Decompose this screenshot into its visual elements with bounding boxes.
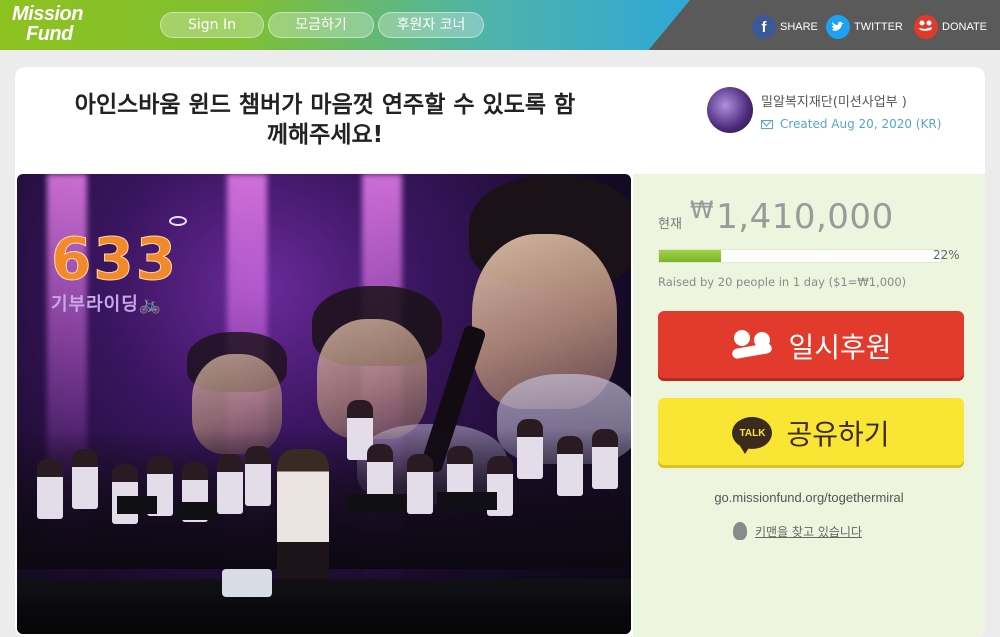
org-avatar[interactable] <box>707 87 753 133</box>
raised-amount: ₩1,410,000 <box>690 196 894 237</box>
kakaotalk-icon: TALK <box>732 417 773 454</box>
org-name[interactable]: 밀알복지재단(미션사업부 ) <box>761 91 907 110</box>
kakao-share-button[interactable]: TALK 공유하기 <box>658 398 964 468</box>
twitter-label: TWITTER <box>854 21 903 33</box>
logo-line1: Mission <box>12 3 83 25</box>
musician <box>517 419 543 479</box>
keyman-label: 키맨을 찾고 있습니다 <box>755 524 862 539</box>
musician <box>112 464 138 524</box>
donate-link[interactable]: DONATE <box>914 14 987 40</box>
missionfund-logo[interactable]: Mission Fund <box>12 4 116 44</box>
donate-runner-icon <box>730 328 774 364</box>
musician <box>592 429 618 489</box>
music-stand <box>177 502 217 520</box>
top-nav-bar: Mission Fund Sign In 모금하기 후원자 코너 f SHARE… <box>0 0 1000 50</box>
musician <box>557 436 583 496</box>
music-stand <box>117 496 157 514</box>
music-stand <box>347 494 407 512</box>
stage-floor <box>17 579 631 634</box>
keyman-link[interactable]: 키맨을 찾고 있습니다 <box>733 522 862 540</box>
share-facebook-link[interactable]: f SHARE <box>752 14 818 40</box>
short-url[interactable]: go.missionfund.org/togethermiral <box>633 490 985 505</box>
badge-text: 기부라이딩🚲 <box>51 294 163 315</box>
raised-by-text: Raised by 20 people in 1 day ($1=₩1,000) <box>658 275 907 289</box>
musician <box>217 454 243 514</box>
mail-icon <box>761 119 773 129</box>
logo-line2: Fund <box>26 23 73 45</box>
created-text: Created Aug 20, 2020 (KR) <box>780 117 942 131</box>
progress-percent: 22% <box>933 248 960 262</box>
badge-number: 633 <box>51 225 179 293</box>
nav-sign-in[interactable]: Sign In <box>160 12 264 38</box>
funding-panel: 현재 ₩1,410,000 22% Raised by 20 people in… <box>633 174 985 637</box>
stage-monitor <box>222 569 272 597</box>
keyman-person-icon <box>733 522 747 540</box>
bicycle-icon <box>169 216 187 226</box>
music-stand <box>437 492 497 510</box>
donate-once-button[interactable]: 일시후원 <box>658 311 964 381</box>
musician <box>245 446 271 506</box>
donate-once-label: 일시후원 <box>788 331 892 364</box>
ride-badge: 633 기부라이딩🚲 <box>51 216 187 316</box>
musician <box>407 454 433 514</box>
musician <box>37 459 63 519</box>
campaign-card: 아인스바움 윈드 챔버가 마음껏 연주할 수 있도록 함께해주세요! 밀알복지재… <box>15 67 985 637</box>
campaign-hero-image: 633 기부라이딩🚲 <box>17 174 631 634</box>
created-date: Created Aug 20, 2020 (KR) <box>761 117 941 131</box>
twitter-icon <box>826 15 850 39</box>
nav-fundraise[interactable]: 모금하기 <box>268 12 374 38</box>
currency-symbol: ₩ <box>689 196 715 224</box>
donate-label: DONATE <box>942 21 988 33</box>
share-label: SHARE <box>780 21 818 33</box>
share-label: 공유하기 <box>786 418 890 451</box>
campaign-title: 아인스바움 윈드 챔버가 마음껏 연주할 수 있도록 함께해주세요! <box>74 92 576 148</box>
current-label: 현재 <box>658 217 682 232</box>
progress-fill <box>659 250 722 262</box>
musician <box>72 449 98 509</box>
amount-value: 1,410,000 <box>716 197 894 237</box>
donate-runner-icon <box>914 15 938 39</box>
progress-bar <box>658 249 942 263</box>
raised-row: 현재 ₩1,410,000 <box>658 196 894 237</box>
share-twitter-link[interactable]: TWITTER <box>826 14 903 40</box>
facebook-icon: f <box>752 15 776 39</box>
nav-supporter-corner[interactable]: 후원자 코너 <box>378 12 484 38</box>
